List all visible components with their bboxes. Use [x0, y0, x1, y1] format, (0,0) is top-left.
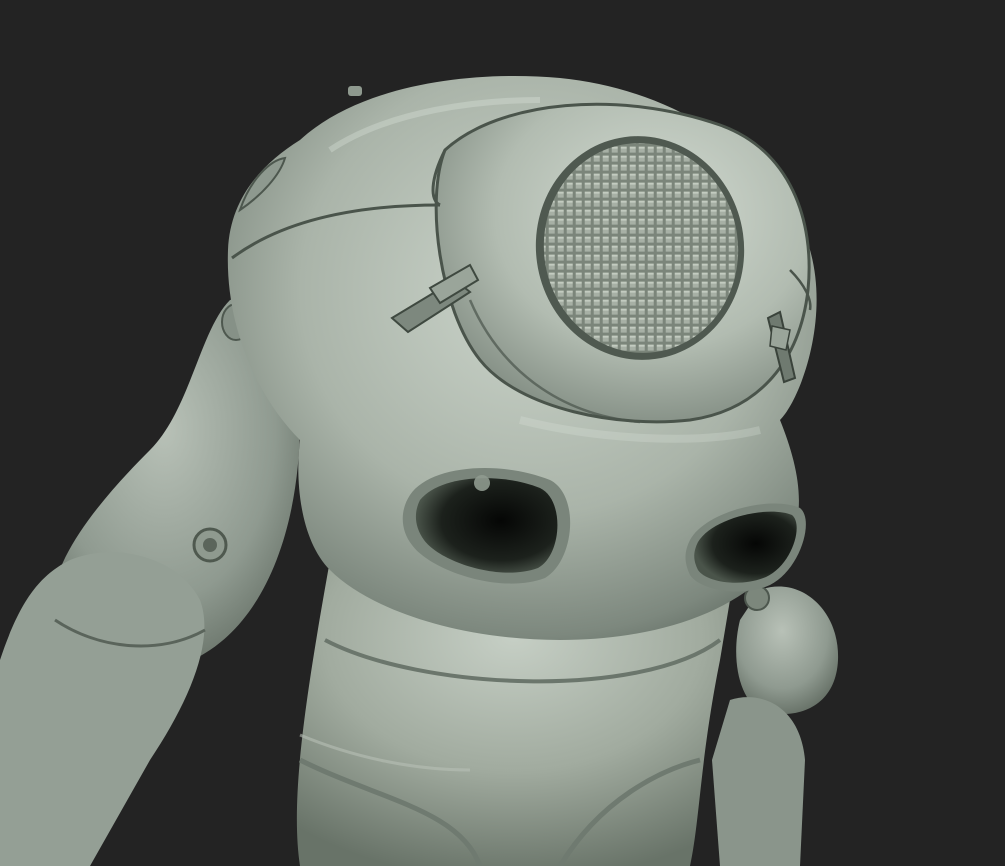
robot-render-scene — [0, 0, 1005, 866]
